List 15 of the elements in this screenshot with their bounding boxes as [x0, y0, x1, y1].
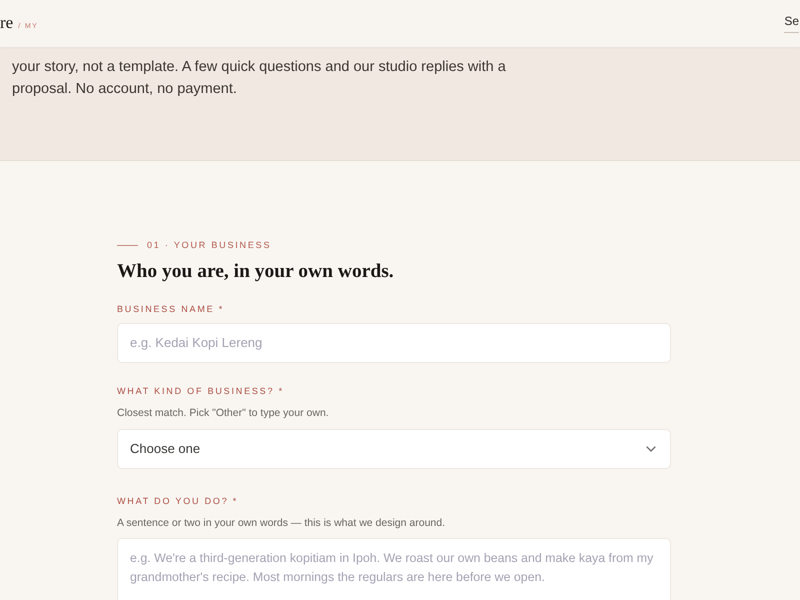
field-label: WHAT KIND OF BUSINESS? *	[117, 384, 285, 396]
chevron-down-icon	[646, 446, 656, 452]
section-heading: Who you are, in your own words.	[117, 260, 395, 284]
field-label: BUSINESS NAME *	[117, 302, 226, 314]
intro-paragraph: your story, not a template. A few quick questions and our studio replies with a proposal. No account, no payment.	[12, 58, 507, 99]
select-field[interactable]: Choose one	[117, 428, 671, 468]
section-eyebrow: 01 · YOUR BUSINESS	[147, 239, 272, 252]
field-hint: A sentence or two in your own words — this is what we design around.	[117, 516, 446, 530]
eyebrow-rule	[117, 245, 138, 246]
field-label: WHAT DO YOU DO? *	[117, 494, 240, 506]
nav-link[interactable]: Se	[784, 12, 799, 32]
field-hint: Closest match. Pick "Other" to type your own.	[117, 406, 330, 420]
logo-text[interactable]: re	[0, 14, 14, 32]
text-input[interactable]: e.g. Kedai Kopi Lereng	[117, 322, 671, 362]
textarea-field[interactable]: e.g. We're a third-generation kopitiam in Ipoh. We roast our own beans and make kaya from my grandmother's recipe. Most mornings the regulars are here before we open.	[117, 538, 671, 600]
